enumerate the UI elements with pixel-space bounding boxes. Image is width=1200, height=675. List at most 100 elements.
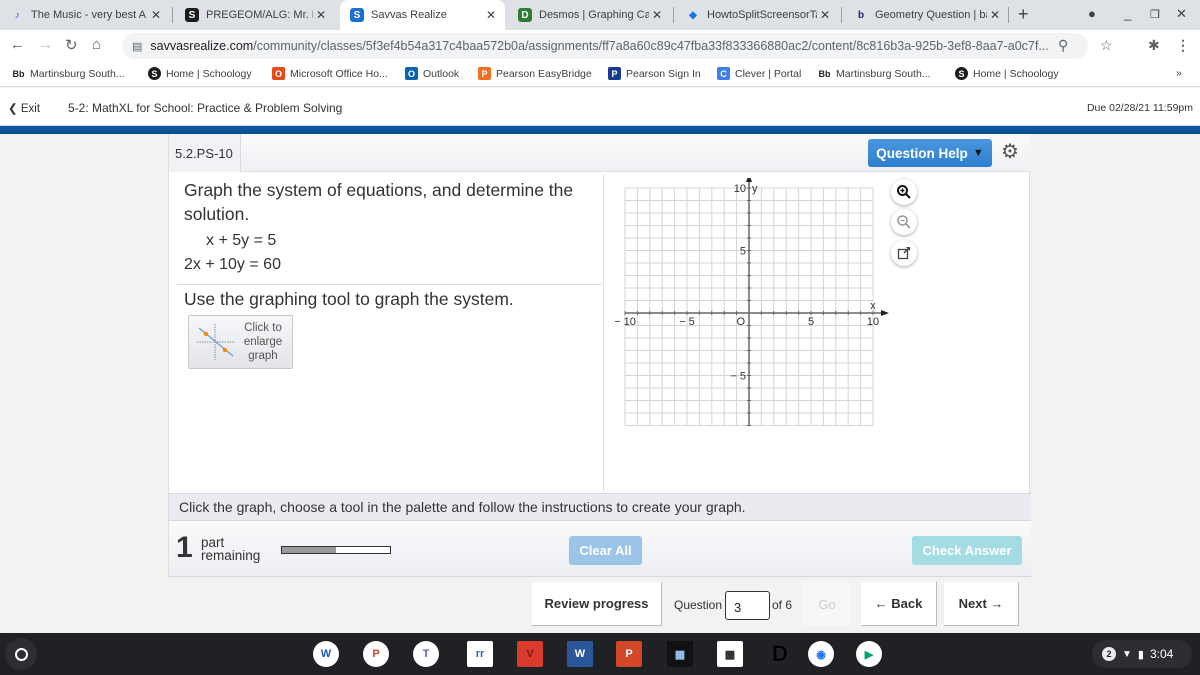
docs-d-icon[interactable]: D [767,641,793,667]
back-arrow-icon[interactable]: ← [10,36,25,53]
bookmark-item[interactable]: Bb Martinsburg South... [12,67,125,80]
blackboard-icon: Bb [12,68,25,79]
tab-separator [1008,7,1009,23]
reload-icon[interactable]: ↻ [65,36,78,54]
close-window-button[interactable]: ✕ [1176,6,1187,22]
question-number-input[interactable] [725,591,770,620]
question-header: 5.2.PS-10 Question Help ▼ ⚙ [169,134,1031,172]
gear-icon[interactable]: ⚙ [1001,142,1019,162]
bookmark-star-icon[interactable]: ☆ [1100,37,1113,54]
browser-tab[interactable]: D Desmos | Graphing Cal ✕ [508,0,671,30]
url-path: /community/classes/5f3ef4b54a317c4baa572… [253,39,1049,53]
chrome-app-icon[interactable]: ◉ [808,641,834,667]
enlarge-graph-button[interactable]: Click to enlarge graph [188,315,293,369]
desmos-icon: D [518,8,532,22]
bookmark-item[interactable]: S Home | Schoology [148,67,252,80]
close-tab-icon[interactable]: ✕ [649,8,665,22]
launcher-circle-icon [14,647,28,661]
go-button[interactable]: Go [803,582,851,626]
savvas-icon: S [350,8,364,22]
close-tab-icon[interactable]: ✕ [313,8,329,22]
close-tab-icon[interactable]: ✕ [817,8,833,22]
browser-menu-icon[interactable]: ⋮ [1176,37,1190,54]
powerpoint-web-icon[interactable]: P [616,641,642,667]
browser-tab[interactable]: S Savvas Realize ✕ [340,0,505,30]
question-total: of 6 [772,598,793,612]
tab-title: Desmos | Graphing Cal [539,9,649,21]
bookmarks-overflow-button[interactable]: » [1176,67,1182,79]
bookmark-item[interactable]: Bb Martinsburg South... [818,67,931,80]
tab-separator [841,7,842,23]
bookmark-item[interactable]: P Pearson EasyBridge [478,67,592,80]
x-tick-label: 10 [867,316,879,328]
browser-tab[interactable]: ♪ The Music - very best A ✕ [0,0,170,30]
system-tray[interactable]: 2 ▼ ▮ 3:04 [1092,640,1192,668]
home-icon[interactable]: ⌂ [92,36,101,53]
site-info-icon[interactable]: ▤ [132,40,142,53]
zoom-out-icon[interactable] [891,209,917,235]
bookmarks-bar: Bb Martinsburg South... S Home | Schoology O… [0,62,1200,87]
y-tick-label: 10 [734,183,746,195]
teams-app-icon[interactable]: T [413,641,439,667]
check-answer-button[interactable]: Check Answer [912,536,1022,565]
browser-tab[interactable]: b Geometry Question | ba ✕ [844,0,1009,30]
x-axis-arrow [881,310,889,316]
y-axis-label: y [752,183,758,195]
question-help-label: Question Help [876,145,968,161]
graph-instruction: Use the graphing tool to graph the syste… [184,289,514,309]
extensions-puzzle-icon[interactable]: ✱ [1148,37,1160,54]
coordinate-graph[interactable]: − 10 − 5 5 10 10 5 − 5 Ox y [609,178,1029,493]
account-icon[interactable]: ● [1088,6,1096,21]
browser-tab[interactable]: S PREGEOM/ALG: Mr. Bur✕ [175,0,335,30]
qr-reader-icon[interactable]: ▩ [717,641,743,667]
assignment-header: ❮ Exit 5-2: MathXL for School: Practice … [0,88,1200,126]
clear-all-button[interactable]: Clear All [569,536,642,565]
play-store-icon[interactable]: ▶ [856,641,882,667]
bookmark-label: Pearson EasyBridge [496,67,592,80]
schoology-icon: S [148,67,161,80]
back-button[interactable]: ← Back [861,582,937,626]
bookmark-label: Martinsburg South... [30,67,125,80]
readandwrite-app-icon[interactable]: rr [467,641,493,667]
music-icon: ♪ [14,9,20,21]
new-tab-button[interactable]: + [1018,4,1029,25]
address-bar[interactable]: ▤ savvasrealize.com/community/classes/5f… [122,33,1088,59]
bookmark-item[interactable]: C Clever | Portal [717,67,801,80]
close-tab-icon[interactable]: ✕ [483,8,499,22]
diamond-icon: ◆ [689,9,697,21]
parts-progress-bar [281,546,391,554]
powerpoint-app-icon[interactable]: P [363,641,389,667]
vivi-app-icon[interactable]: V [517,641,543,667]
review-progress-button[interactable]: Review progress [532,582,662,626]
zoom-in-icon[interactable] [891,179,917,205]
restore-button[interactable]: ❐ [1150,8,1160,21]
url-host: savvasrealize.com [150,39,254,53]
chevron-left-icon: ❮ [8,103,21,115]
question-help-button[interactable]: Question Help ▼ [868,139,992,167]
tab-separator [172,7,173,23]
close-tab-icon[interactable]: ✕ [148,8,164,22]
calculator-app-icon[interactable]: ▦ [667,641,693,667]
pop-out-graph-icon[interactable] [891,240,917,266]
word-web-icon[interactable]: W [567,641,593,667]
browser-tab[interactable]: ◆ HowtoSplitScreensorTa ✕ [676,0,839,30]
exit-label: Exit [20,103,41,115]
word-app-icon[interactable]: W [313,641,339,667]
question-prompt: Graph the system of equations, and deter… [184,180,574,224]
bookmark-item[interactable]: P Pearson Sign In [608,67,701,80]
question-footer: 1 part remaining Clear All Check Answer [169,521,1031,577]
forward-arrow-icon[interactable]: → [38,36,53,53]
minimize-button[interactable]: _ [1124,6,1131,21]
exit-link[interactable]: ❮ Exit [8,101,40,115]
bookmark-label: Outlook [423,67,460,80]
os-taskbar: W P Trr V W P ▦ ▩ D ◉ ▶ 2 ▼ ▮ 3:04 [0,633,1200,675]
location-pin-icon[interactable]: ⚲ [1058,37,1068,54]
battery-icon: ▮ [1137,648,1144,661]
bookmark-item[interactable]: S Home | Schoology [955,67,1059,80]
close-tab-icon[interactable]: ✕ [987,8,1003,22]
caret-down-icon: ▼ [972,147,984,159]
bookmark-item[interactable]: O Microsoft Office Ho... [272,67,388,80]
bookmark-item[interactable]: O Outlook [405,67,459,80]
launcher-button[interactable] [5,638,37,670]
next-button[interactable]: Next → [944,582,1019,626]
